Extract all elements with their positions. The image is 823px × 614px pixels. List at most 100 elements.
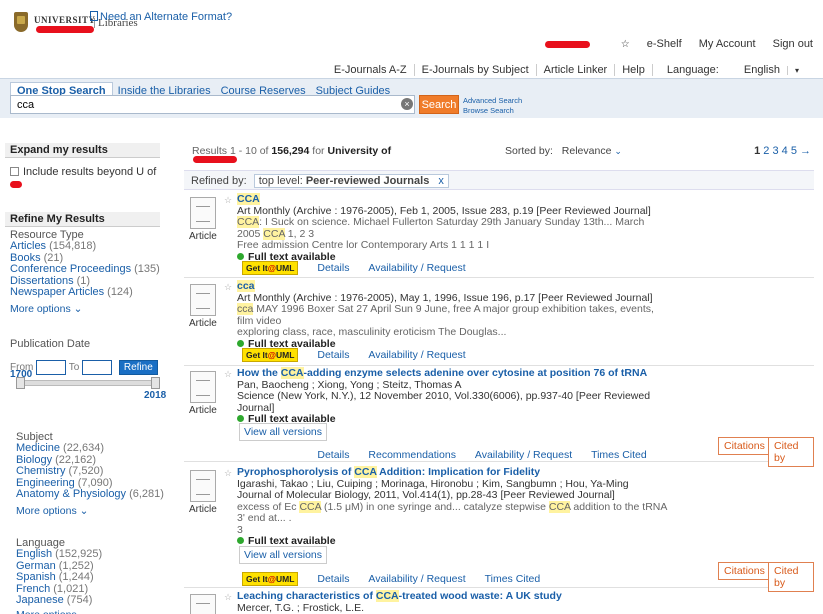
browse-search-link[interactable]: Browse Search [463,106,514,115]
advanced-search-link[interactable]: Advanced Search [463,96,522,105]
star-icon[interactable]: ☆ [224,195,232,206]
record-title[interactable]: How the CCA-adding enzyme selects adenin… [237,367,647,379]
facet-count: (1) [76,274,91,287]
facet-label[interactable]: Spanish [16,571,56,583]
include-beyond-checkbox[interactable] [10,167,19,176]
star-icon[interactable]: ☆ [224,468,232,479]
facet-item[interactable]: Japanese (754) [16,594,176,607]
more-options-link[interactable]: More options ⌄ [16,505,176,517]
alt-format-link[interactable]: Need an Alternate Format? [90,11,232,23]
document-icon [90,11,98,21]
more-options-link[interactable]: More options ⌄ [10,303,170,315]
search-input[interactable] [10,95,415,114]
eshelf-link[interactable]: ☆ e-Shelf [607,38,682,50]
facet-label[interactable]: Chemistry [16,465,66,477]
include-beyond-option[interactable]: Include results beyond U of [10,166,170,190]
result-record: Article ☆ cca Art Monthly (Archive : 197… [184,280,814,366]
language-label-text: Language: [666,64,719,76]
star-icon[interactable]: ☆ [224,592,232,603]
help-link[interactable]: Help [614,64,652,76]
facet-label[interactable]: Biology [16,454,52,466]
star-icon[interactable]: ☆ [224,369,232,380]
record-title[interactable]: cca [237,280,255,292]
record-title[interactable]: Pyrophosphorolysis of CCA Addition: Impl… [237,466,540,478]
view-versions-button[interactable]: View all versions [239,423,328,441]
redaction-mark [193,156,237,163]
language-select[interactable]: English ▾ [737,64,806,76]
details-link[interactable]: Details [317,262,349,274]
star-icon: ☆ [620,39,630,50]
remove-refinement-icon[interactable]: x [438,175,444,187]
from-date-input[interactable] [36,359,67,375]
times-cited-link[interactable]: Times Cited [485,573,541,585]
clear-search-icon[interactable]: × [401,98,413,110]
details-link[interactable]: Details [317,449,349,461]
details-link[interactable]: Details [317,349,349,361]
availability-link[interactable]: Availability / Request [368,262,465,274]
sort-control[interactable]: Sorted by: Relevance ⌄ [505,145,622,157]
facet-count: (1,252) [58,559,94,572]
star-icon[interactable]: ☆ [224,282,232,293]
ejournals-az-link[interactable]: E-Journals A-Z [327,64,414,76]
to-date-input[interactable] [82,359,113,375]
more-options-label: More options [16,504,77,517]
facet-label[interactable]: Books [10,252,41,264]
facet-label[interactable]: Newspaper Articles [10,286,104,298]
getit-button[interactable]: Get It@UML [242,348,299,362]
slider-handle-max[interactable] [151,377,160,389]
facet-label[interactable]: Dissertations [10,275,74,287]
cited-by-button[interactable]: Cited by [768,562,814,592]
secondary-nav: E-Journals A-Z E-Journals by Subject Artic… [327,64,813,76]
facet-label[interactable]: Medicine [16,442,60,454]
details-link[interactable]: Details [317,573,349,585]
refinement-chip: top level: Peer-reviewed Journals x [253,174,449,188]
recommendations-link[interactable]: Recommendations [368,449,456,461]
facet-item[interactable]: Newspaper Articles (124) [10,286,170,299]
view-versions-button[interactable]: View all versions [239,546,328,564]
page-link[interactable]: 3 [772,145,778,157]
page-current[interactable]: 1 [754,145,760,157]
record-title[interactable]: CCA [237,193,260,205]
facet-item[interactable]: Anatomy & Physiology (6,281) [16,488,176,501]
getit-button[interactable]: Get It@UML [242,261,299,275]
availability-link[interactable]: Availability / Request [368,349,465,361]
my-account-link[interactable]: My Account [699,38,756,50]
doc-type-label: Article [189,504,217,515]
facet-label[interactable]: French [16,583,50,595]
ejournals-subject-link[interactable]: E-Journals by Subject [413,64,536,76]
getit-text: Get It [246,350,268,360]
facet-label[interactable]: Japanese [16,594,64,606]
times-cited-link[interactable]: Times Cited [591,449,647,461]
facet-label[interactable]: Conference Proceedings [10,263,131,275]
getit-text: UML [276,263,295,273]
record-title[interactable]: Leaching characteristics of CCA-treated … [237,590,562,602]
citations-button[interactable]: Citations [718,437,771,455]
more-options-link[interactable]: More options ⌄ [16,609,176,614]
page-link[interactable]: 4 [782,145,788,157]
next-arrow-icon[interactable]: → [800,145,811,157]
availability-link[interactable]: Availability / Request [475,449,572,461]
slider-handle-min[interactable] [16,377,25,389]
alt-format-text[interactable]: Need an Alternate Format? [100,11,232,23]
refine-button[interactable]: Refine [118,359,158,375]
search-button[interactable]: Search [419,95,459,114]
facet-count: (7,090) [77,476,113,489]
facet-label[interactable]: Engineering [16,477,75,489]
facet-label[interactable]: German [16,560,56,572]
page-link[interactable]: 2 [763,145,769,157]
facet-label[interactable]: Articles [10,240,46,252]
cited-by-button[interactable]: Cited by [768,437,814,467]
facet-label[interactable]: English [16,548,52,560]
citations-button[interactable]: Citations [718,562,771,580]
facet-label[interactable]: Anatomy & Physiology [16,488,126,500]
language-list: English (152,925) German (1,252) Spanish (1… [16,548,176,607]
sign-out-link[interactable]: Sign out [773,38,813,50]
availability-link[interactable]: Availability / Request [368,573,465,585]
date-slider-track[interactable] [18,380,158,386]
facet-count: (152,925) [55,548,103,560]
page-link[interactable]: 5 [791,145,797,157]
article-linker-link[interactable]: Article Linker [535,64,615,76]
advanced-links: Advanced Search Browse Search [463,96,522,116]
getit-button[interactable]: Get It@UML [242,572,299,586]
getit-at: @ [267,350,277,360]
